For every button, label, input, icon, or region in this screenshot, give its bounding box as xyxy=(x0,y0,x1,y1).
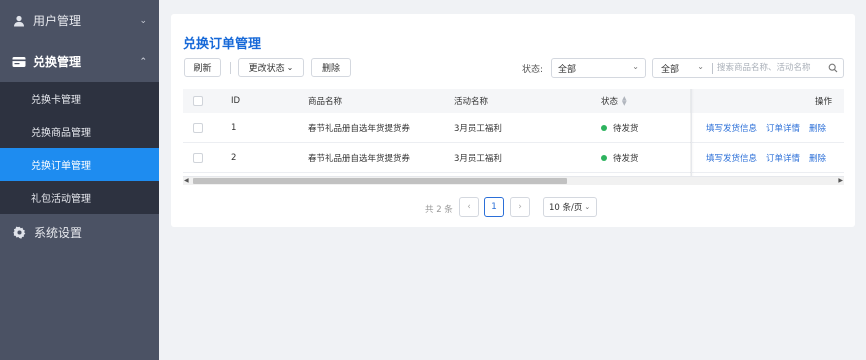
sort-icon: ▲ ▼ xyxy=(622,95,627,107)
chevron-down-icon: ⌄ xyxy=(584,203,591,211)
change-status-label: 更改状态 xyxy=(248,64,285,74)
search-box: 全部 ⌄ xyxy=(652,58,844,78)
fill-shipping-link[interactable]: 填写发货信息 xyxy=(706,122,757,134)
search-scope-value: 全部 xyxy=(661,64,680,75)
cell-actions: 填写发货信息 订单详情 删除 xyxy=(706,143,835,172)
cell-status-label: 待发货 xyxy=(613,123,639,134)
order-details-link[interactable]: 订单详情 xyxy=(766,122,800,134)
prev-page-button[interactable]: ‹ xyxy=(459,197,479,217)
chevron-up-icon: ⌃ xyxy=(139,56,147,67)
delete-row-link[interactable]: 删除 xyxy=(809,122,826,134)
orders-table: ID 商品名称 活动名称 状态 ▲ ▼ 操作 1 春节礼品册自选年货提货券 3月员… xyxy=(183,89,844,185)
status-dot xyxy=(601,154,607,161)
column-header-id: ID xyxy=(231,96,241,106)
table-header: ID 商品名称 活动名称 状态 ▲ ▼ 操作 xyxy=(183,89,844,113)
search-input[interactable] xyxy=(717,61,825,75)
pagination-total: 共 2 条 xyxy=(425,205,453,215)
menu-system-settings-label: 系统设置 xyxy=(34,225,83,240)
table-row: 1 春节礼品册自选年货提货券 3月员工福利 待发货 填写发货信息 订单详情 删除 xyxy=(183,113,844,143)
cell-activity: 3月员工福利 xyxy=(454,123,502,134)
column-header-status-label: 状态 xyxy=(601,97,619,107)
scroll-right-icon[interactable]: ▶ xyxy=(838,177,843,184)
menu-user-management-label: 用户管理 xyxy=(33,14,82,28)
refresh-button[interactable]: 刷新 xyxy=(184,58,221,77)
cell-status: 待发货 xyxy=(601,143,639,172)
order-management-card: 兑换订单管理 刷新 更改状态 ⌄ 删除 状态: 全部 ⌄ 全部 ⌄ ID 商品名… xyxy=(171,14,855,227)
delete-row-link[interactable]: 删除 xyxy=(809,152,826,164)
menu-system-settings[interactable]: 系统设置 xyxy=(0,214,159,250)
scroll-left-icon[interactable]: ◀ xyxy=(184,177,189,184)
menu-exchange-management-label: 兑换管理 xyxy=(33,55,82,69)
scrollbar-thumb[interactable] xyxy=(193,178,567,184)
cell-status-label: 待发货 xyxy=(613,153,639,164)
cell-id: 2 xyxy=(231,152,237,163)
menu-exchange-management[interactable]: 兑换管理 ⌃ xyxy=(0,41,159,82)
column-header-status[interactable]: 状态 ▲ ▼ xyxy=(601,89,627,113)
user-icon xyxy=(12,14,26,28)
chevron-down-icon: ⌄ xyxy=(286,63,294,72)
row-checkbox[interactable] xyxy=(193,113,203,142)
status-select-value: 全部 xyxy=(558,64,577,75)
fill-shipping-link[interactable]: 填写发货信息 xyxy=(706,152,757,164)
next-page-button[interactable]: › xyxy=(510,197,530,217)
sidebar: 用户管理 ⌄ 兑换管理 ⌃ 兑换卡管理 兑换商品管理 兑换订单管理 礼包活动管理… xyxy=(0,0,159,360)
page-size-select[interactable]: 10 条/页 ⌄ xyxy=(543,197,597,217)
sidebar-item-gift-activities[interactable]: 礼包活动管理 xyxy=(0,181,159,214)
status-dot xyxy=(601,124,607,131)
page-size-value: 10 条/页 xyxy=(549,203,583,213)
chevron-down-icon: ⌄ xyxy=(697,62,704,71)
column-header-product: 商品名称 xyxy=(308,97,343,107)
page-1-button[interactable]: 1 xyxy=(484,197,504,217)
cell-activity: 3月员工福利 xyxy=(454,153,502,164)
sidebar-item-label: 礼包活动管理 xyxy=(31,194,91,205)
cell-status: 待发货 xyxy=(601,113,639,142)
cell-product: 春节礼品册自选年货提货券 xyxy=(308,123,411,134)
toolbar-divider xyxy=(230,62,231,74)
chevron-down-icon: ⌄ xyxy=(632,62,639,71)
sidebar-item-exchange-products[interactable]: 兑换商品管理 xyxy=(0,115,159,148)
horizontal-scrollbar[interactable]: ◀ ▶ xyxy=(183,176,844,185)
card-icon xyxy=(12,55,26,69)
sidebar-item-exchange-cards[interactable]: 兑换卡管理 xyxy=(0,82,159,115)
search-divider xyxy=(712,63,713,74)
fixed-column-border xyxy=(691,89,692,177)
search-icon[interactable] xyxy=(828,63,838,73)
cell-id: 1 xyxy=(231,122,237,133)
status-filter-label: 状态: xyxy=(522,65,544,75)
exchange-submenu: 兑换卡管理 兑换商品管理 兑换订单管理 礼包活动管理 xyxy=(0,82,159,214)
cell-product: 春节礼品册自选年货提货券 xyxy=(308,153,411,164)
column-header-activity: 活动名称 xyxy=(454,97,489,107)
cell-actions: 填写发货信息 订单详情 删除 xyxy=(706,113,835,142)
sidebar-item-label: 兑换卡管理 xyxy=(31,95,81,106)
row-checkbox[interactable] xyxy=(193,143,203,172)
column-header-actions: 操作 xyxy=(815,97,833,107)
sidebar-item-label: 兑换订单管理 xyxy=(31,161,91,172)
search-scope-select[interactable]: 全部 ⌄ xyxy=(653,59,710,77)
status-select[interactable]: 全部 ⌄ xyxy=(551,58,646,78)
delete-button[interactable]: 删除 xyxy=(311,58,351,77)
sidebar-item-exchange-orders[interactable]: 兑换订单管理 xyxy=(0,148,159,181)
gear-icon xyxy=(12,225,26,239)
order-details-link[interactable]: 订单详情 xyxy=(766,152,800,164)
menu-user-management[interactable]: 用户管理 ⌄ xyxy=(0,0,159,41)
table-row: 2 春节礼品册自选年货提货券 3月员工福利 待发货 填写发货信息 订单详情 删除 xyxy=(183,143,844,173)
select-all-checkbox[interactable] xyxy=(193,89,203,113)
change-status-button[interactable]: 更改状态 ⌄ xyxy=(238,58,304,77)
sidebar-item-label: 兑换商品管理 xyxy=(31,128,91,139)
page-title: 兑换订单管理 xyxy=(183,37,262,52)
chevron-down-icon: ⌄ xyxy=(139,15,147,26)
